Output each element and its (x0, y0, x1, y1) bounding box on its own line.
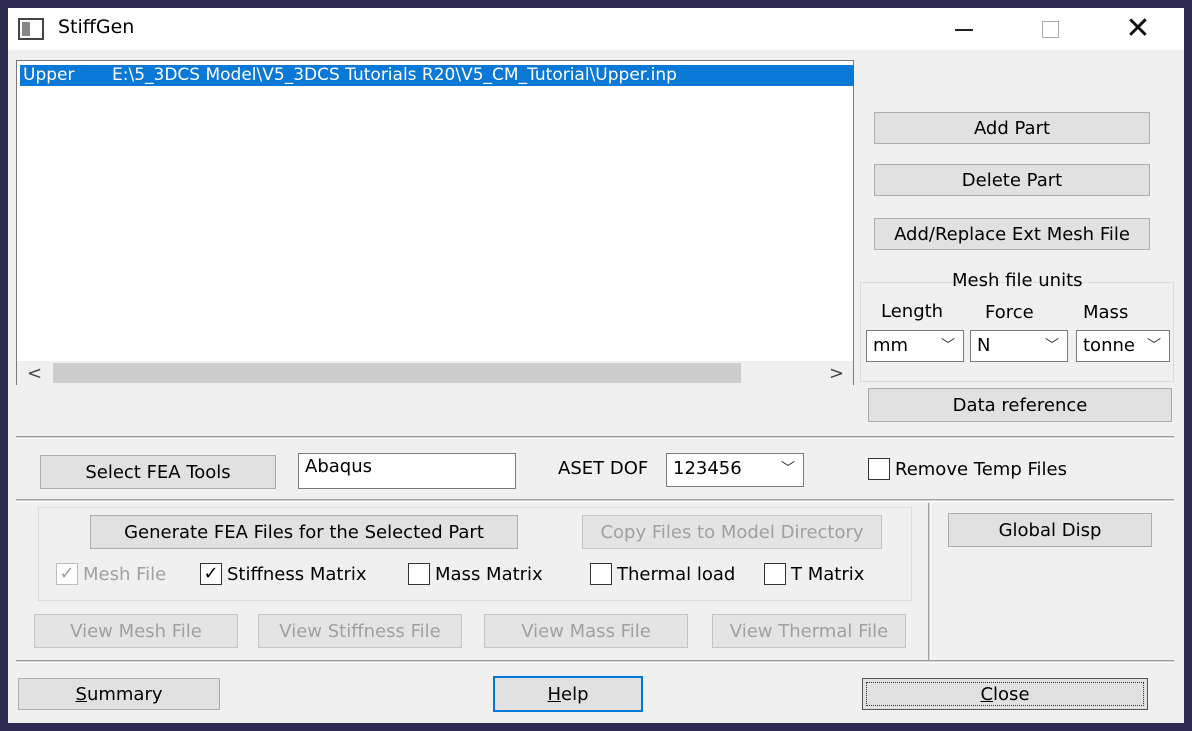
view-mesh-file-button[interactable]: View Mesh File (34, 614, 238, 648)
help-button[interactable]: Help (493, 676, 643, 712)
stiffness-matrix-label: Stiffness Matrix (227, 563, 367, 585)
mass-units-select[interactable]: tonne ﹀ (1076, 330, 1170, 362)
view-thermal-file-button[interactable]: View Thermal File (712, 614, 906, 648)
close-button[interactable]: Close (862, 678, 1148, 710)
aset-dof-value: 123456 (673, 458, 742, 479)
length-label: Length (881, 301, 944, 322)
force-label: Force (985, 302, 1034, 323)
title-bar[interactable]: StiffGen ✕ (8, 8, 1184, 50)
checkbox-box[interactable] (764, 563, 786, 585)
remove-temp-files-checkbox[interactable]: Remove Temp Files (868, 458, 1067, 480)
app-icon (18, 18, 44, 40)
aset-dof-select[interactable]: 123456 ﹀ (666, 453, 804, 487)
close-icon: ✕ (1125, 11, 1151, 46)
mass-matrix-checkbox[interactable]: Mass Matrix (408, 563, 543, 585)
stiffgen-window: StiffGen ✕ Upper E:\5_3DCS Model\V5_3DCS… (8, 8, 1184, 723)
add-part-button[interactable]: Add Part (874, 112, 1150, 144)
aset-dof-label: ASET DOF (558, 458, 649, 479)
mesh-file-label: Mesh File (83, 563, 167, 585)
chevron-down-icon: ﹀ (1147, 338, 1161, 354)
window-title: StiffGen (58, 16, 135, 38)
copy-files-button[interactable]: Copy Files to Model Directory (582, 515, 882, 549)
separator (16, 660, 1174, 663)
separator (16, 499, 1174, 502)
generate-fea-files-button[interactable]: Generate FEA Files for the Selected Part (90, 515, 518, 549)
checkbox-box[interactable] (868, 458, 890, 480)
mesh-file-checkbox[interactable]: ✓ Mesh File (56, 563, 166, 585)
add-replace-mesh-button[interactable]: Add/Replace Ext Mesh File (874, 218, 1150, 250)
thermal-load-checkbox[interactable]: Thermal load (590, 563, 735, 585)
thermal-load-label: Thermal load (617, 563, 736, 585)
scrollbar-thumb[interactable] (53, 363, 741, 383)
view-stiffness-file-button[interactable]: View Stiffness File (258, 614, 462, 648)
mass-matrix-label: Mass Matrix (435, 563, 543, 585)
delete-part-button[interactable]: Delete Part (874, 164, 1150, 196)
maximize-icon (1041, 20, 1059, 38)
close-window-button[interactable]: ✕ (1115, 8, 1161, 50)
vertical-separator (928, 503, 931, 660)
scroll-left-icon[interactable]: < (27, 363, 42, 384)
chevron-down-icon: ﹀ (781, 461, 795, 477)
part-name: Upper (23, 65, 75, 85)
fea-tool-field[interactable]: Abaqus (298, 453, 516, 489)
maximize-button[interactable] (1027, 8, 1073, 50)
summary-label: ummary (86, 683, 163, 705)
stiffness-matrix-checkbox[interactable]: ✓ Stiffness Matrix (200, 563, 367, 585)
focus-outline (866, 682, 1144, 706)
force-units-value: N (977, 335, 991, 356)
help-accelerator: H (547, 683, 562, 705)
scroll-right-icon[interactable]: > (829, 363, 844, 384)
t-matrix-checkbox[interactable]: T Matrix (764, 563, 864, 585)
checkbox-box[interactable]: ✓ (200, 563, 222, 585)
mass-units-value: tonne (1083, 335, 1135, 356)
part-path: E:\5_3DCS Model\V5_3DCS Tutorials R20\V5… (112, 65, 677, 85)
mass-label: Mass (1083, 302, 1129, 323)
minimize-icon (955, 29, 973, 31)
length-units-select[interactable]: mm ﹀ (866, 330, 964, 362)
help-label: elp (561, 683, 589, 705)
data-reference-button[interactable]: Data reference (868, 388, 1172, 422)
parts-list[interactable]: Upper E:\5_3DCS Model\V5_3DCS Tutorials … (16, 60, 854, 385)
minimize-button[interactable] (941, 8, 987, 50)
summary-accelerator: S (75, 683, 87, 705)
checkbox-box[interactable] (408, 563, 430, 585)
horizontal-scrollbar[interactable]: < > (17, 361, 853, 385)
remove-temp-files-label: Remove Temp Files (895, 458, 1067, 480)
chevron-down-icon: ﹀ (941, 338, 955, 354)
summary-button[interactable]: Summary (18, 678, 220, 710)
separator (16, 436, 1174, 439)
force-units-select[interactable]: N ﹀ (970, 330, 1068, 362)
global-disp-button[interactable]: Global Disp (948, 513, 1152, 547)
list-item[interactable]: Upper E:\5_3DCS Model\V5_3DCS Tutorials … (20, 65, 854, 86)
checkbox-box[interactable] (590, 563, 612, 585)
t-matrix-label: T Matrix (791, 563, 865, 585)
length-units-value: mm (873, 335, 909, 356)
view-mass-file-button[interactable]: View Mass File (484, 614, 688, 648)
select-fea-tools-button[interactable]: Select FEA Tools (40, 455, 276, 489)
mesh-units-title: Mesh file units (952, 270, 1083, 291)
chevron-down-icon: ﹀ (1045, 338, 1059, 354)
checkbox-box: ✓ (56, 563, 78, 585)
